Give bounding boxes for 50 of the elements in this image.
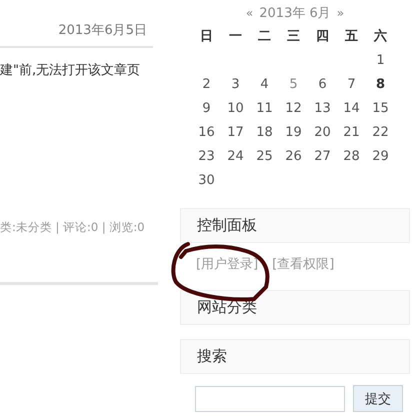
- calendar-day: 4: [250, 72, 279, 96]
- post-excerpt: 建"前,无法打开该文章页: [0, 62, 140, 79]
- calendar-day: 20: [308, 120, 337, 144]
- calendar-day: 28: [337, 144, 366, 168]
- previous-month-link[interactable]: «: [246, 6, 254, 20]
- weekday-header: 日: [199, 28, 214, 46]
- calendar-day: 24: [221, 144, 250, 168]
- submit-button[interactable]: 提交: [353, 385, 403, 412]
- calendar-day: 29: [366, 144, 395, 168]
- calendar-day: 23: [192, 144, 221, 168]
- panel-header: 搜索: [180, 339, 410, 374]
- calendar-day: 1: [366, 48, 395, 72]
- calendar-day: 11: [250, 96, 279, 120]
- calendar-day: 12: [279, 96, 308, 120]
- calendar-day: 9: [192, 96, 221, 120]
- calendar-day: 26: [279, 144, 308, 168]
- calendar-day: 15: [366, 96, 395, 120]
- weekday-header: 六: [372, 28, 388, 46]
- calendar-day: 2: [192, 72, 221, 96]
- post-meta: 类:未分类 | 评论:0 | 浏览:0: [0, 220, 145, 235]
- weekday-header: 五: [344, 28, 359, 46]
- weekday-header: 一: [228, 28, 243, 46]
- calendar-day: 22: [366, 120, 395, 144]
- panel-link[interactable]: [用户登录]: [196, 255, 258, 290]
- next-month-link[interactable]: »: [336, 6, 344, 20]
- calendar-day: 10: [221, 96, 250, 120]
- today-date: 8: [374, 76, 386, 94]
- calendar-day: 16: [192, 120, 221, 144]
- post-date: 2013年6月5日: [58, 22, 147, 39]
- weekday-header: 四: [315, 28, 330, 46]
- calendar-day: 18: [250, 120, 279, 144]
- calendar-day: 27: [308, 144, 337, 168]
- calendar-day: 14: [337, 96, 366, 120]
- calendar-caption: 2013年 6月: [259, 5, 331, 22]
- panel-header: 控制面板: [180, 208, 410, 243]
- calendar-day: 13: [308, 96, 337, 120]
- calendar-day: 3: [221, 72, 250, 96]
- calendar-day: 17: [221, 120, 250, 144]
- calendar-day-link[interactable]: 5: [279, 72, 308, 96]
- calendar-day: 30: [192, 168, 221, 192]
- weekday-header: 三: [286, 28, 301, 46]
- search-field[interactable]: [195, 386, 345, 412]
- panel-header: 网站分类: [180, 290, 410, 325]
- panel-link[interactable]: [查看权限]: [272, 255, 334, 290]
- weekday-header: 二: [257, 28, 272, 46]
- calendar-day: 7: [337, 72, 366, 96]
- calendar-day: 19: [279, 120, 308, 144]
- calendar-day: 21: [337, 120, 366, 144]
- calendar-day: 25: [250, 144, 279, 168]
- calendar-day: 6: [308, 72, 337, 96]
